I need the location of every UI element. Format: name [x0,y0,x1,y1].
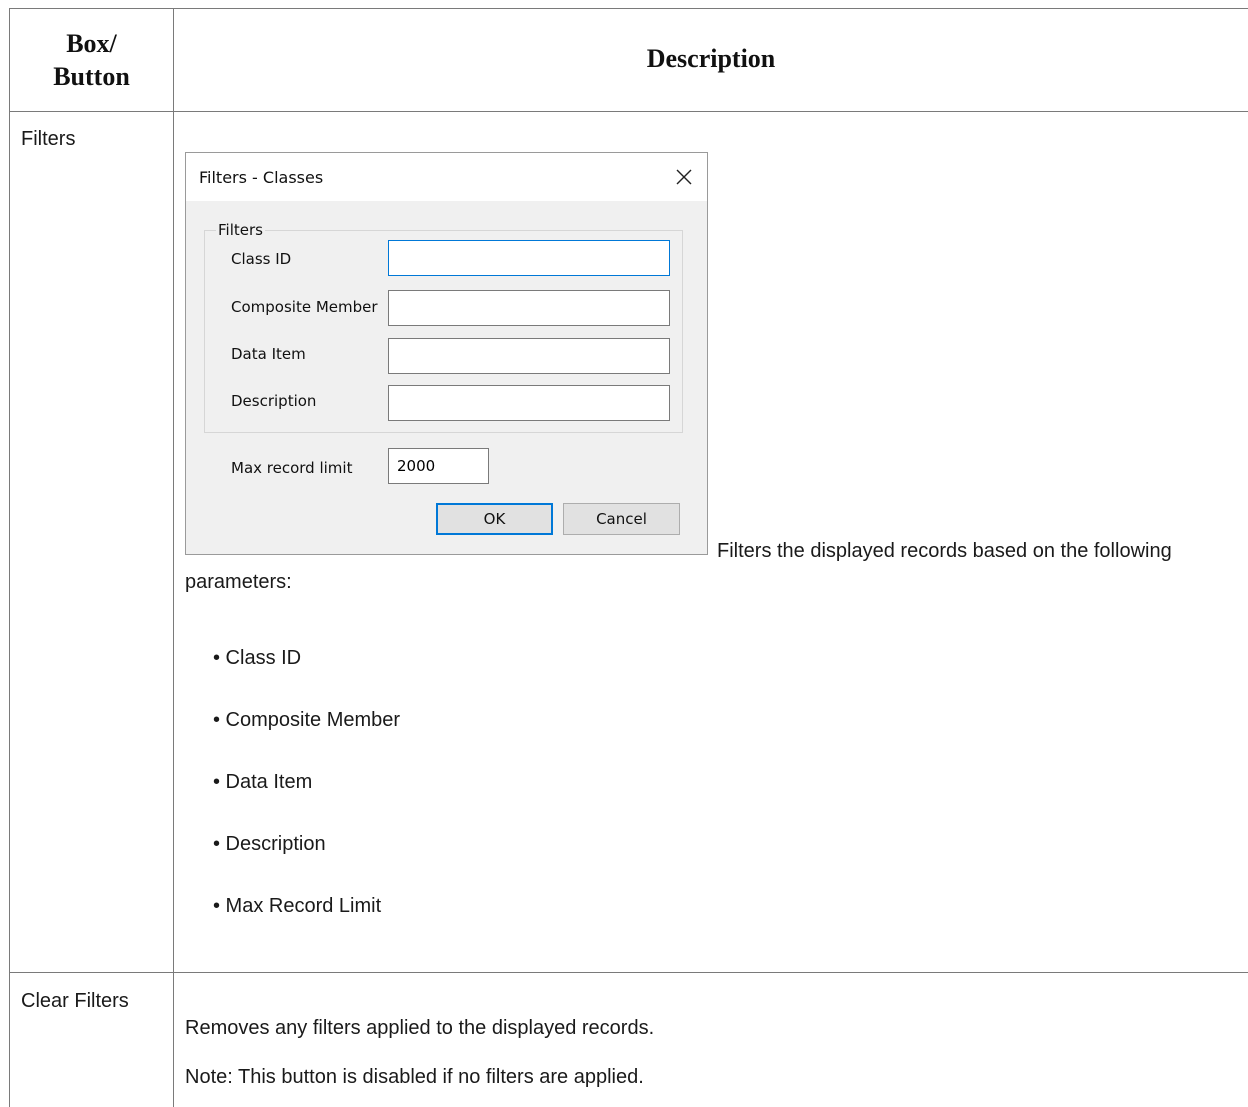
dialog-title: Filters - Classes [199,168,324,187]
header-row-divider [9,111,1248,112]
ok-button[interactable]: OK [436,503,553,535]
header-line-1: Box/ [66,29,117,58]
row-divider [9,972,1248,973]
max-record-limit-label: Max record limit [231,459,353,477]
list-item: • Data Item [213,771,313,793]
list-item: • Composite Member [213,709,401,731]
row-name-clear-filters: Clear Filters [21,990,129,1012]
composite-member-label: Composite Member [231,298,378,316]
clear-filters-note: Note: This button is disabled if no filt… [185,1066,644,1088]
description-input[interactable] [388,385,670,421]
column-divider [173,8,174,1107]
filters-description-text-cont: parameters: [185,571,292,593]
row-name-filters: Filters [21,128,76,150]
description-label: Description [231,392,317,410]
table-border-top [9,8,1248,9]
filters-description-text: Filters the displayed records based on t… [717,540,1172,562]
clear-filters-description: Removes any filters applied to the displ… [185,1017,655,1039]
cancel-button[interactable]: Cancel [563,503,680,535]
dialog-titlebar: Filters - Classes [186,153,707,201]
list-item: • Class ID [213,647,302,669]
max-record-limit-input[interactable] [388,448,489,484]
header-box-button: Box/ Button [10,27,173,93]
class-id-label: Class ID [231,250,292,268]
table-border-left [9,8,10,1107]
documentation-table: Box/ Button Description Filters Filters … [0,0,1248,1107]
class-id-input[interactable] [388,240,670,276]
filters-dialog: Filters - Classes Filters Class ID Compo… [185,152,708,555]
header-line-2: Button [53,62,130,91]
list-item: • Max Record Limit [213,895,382,917]
groupbox-legend: Filters [216,221,265,239]
composite-member-input[interactable] [388,290,670,326]
close-icon[interactable] [661,153,707,201]
data-item-input[interactable] [388,338,670,374]
list-item: • Description [213,833,326,855]
header-description: Description [646,44,776,73]
data-item-label: Data Item [231,345,306,363]
